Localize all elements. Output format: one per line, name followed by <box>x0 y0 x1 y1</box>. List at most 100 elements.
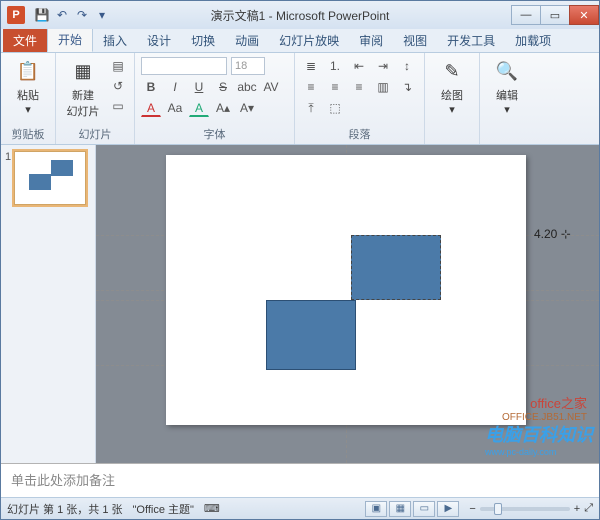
align-top-button[interactable]: ⤒ <box>301 99 321 117</box>
group-editing: 🔍 编辑 ▾ <box>480 53 534 144</box>
tab-slideshow[interactable]: 幻灯片放映 <box>269 28 349 52</box>
line-spacing-button[interactable]: ↕ <box>397 57 417 75</box>
group-paragraph: ≣ 1. ⇤ ⇥ ↕ ≡ ≡ ≡ ▥ ↴ ⤒ ⬚ 段落 <box>295 53 425 144</box>
new-slide-label: 新建 <box>72 87 94 103</box>
editing-button[interactable]: 🔍 编辑 ▾ <box>486 57 528 116</box>
paste-icon: 📋 <box>14 57 42 85</box>
theme-label: "Office 主题" <box>133 501 194 517</box>
section-button[interactable]: ▭ <box>108 97 128 115</box>
paste-button[interactable]: 📋 粘贴 ▾ <box>7 57 49 116</box>
slide-thumbnails-pane[interactable]: 1 <box>1 145 96 463</box>
close-button[interactable]: ✕ <box>569 5 599 25</box>
title-bar: P 💾 ↶ ↷ ▾ 演示文稿1 - Microsoft PowerPoint —… <box>1 1 599 29</box>
quick-access-toolbar: 💾 ↶ ↷ ▾ <box>33 6 111 24</box>
watermark: office之家 OFFICE.JB51.NET <box>502 393 587 423</box>
notes-pane[interactable]: 单击此处添加备注 <box>1 463 599 497</box>
ribbon-tabs: 文件 开始 插入 设计 切换 动画 幻灯片放映 审阅 视图 开发工具 加载项 <box>1 29 599 53</box>
editing-label: 编辑 <box>496 87 518 103</box>
indent-dec-button[interactable]: ⇤ <box>349 57 369 75</box>
layout-button[interactable]: ▤ <box>108 57 128 75</box>
shadow-button[interactable]: abc <box>237 78 257 96</box>
grow-font-button[interactable]: A▴ <box>213 99 233 117</box>
zoom-out-button[interactable]: − <box>469 503 475 515</box>
tab-transitions[interactable]: 切换 <box>181 28 225 52</box>
drawing-button[interactable]: ✎ 绘图 ▾ <box>431 57 473 116</box>
zoom-slider-thumb[interactable] <box>494 503 502 515</box>
slide-editor[interactable]: 4.20 ⊹ office之家 OFFICE.JB51.NET 电脑百科知识 w… <box>96 145 599 463</box>
strike-button[interactable]: S <box>213 78 233 96</box>
app-window: P 💾 ↶ ↷ ▾ 演示文稿1 - Microsoft PowerPoint —… <box>0 0 600 520</box>
spacing-button[interactable]: AV <box>261 78 281 96</box>
tab-insert[interactable]: 插入 <box>93 28 137 52</box>
maximize-button[interactable]: ▭ <box>540 5 570 25</box>
thumb-shape <box>51 160 73 176</box>
change-case-button[interactable]: Aa <box>165 99 185 117</box>
normal-view-button[interactable]: ▣ <box>365 501 387 517</box>
align-left-button[interactable]: ≡ <box>301 78 321 96</box>
zoom-in-button[interactable]: + <box>574 503 580 515</box>
ribbon: 📋 粘贴 ▾ 剪贴板 ▦ 新建 幻灯片 ▤ ↺ ▭ 幻灯片 <box>1 53 599 145</box>
group-label-slides: 幻灯片 <box>62 124 128 142</box>
zoom-control: − + ⤢ <box>469 502 593 515</box>
columns-button[interactable]: ▥ <box>373 78 393 96</box>
window-title: 演示文稿1 - Microsoft PowerPoint <box>211 7 390 24</box>
thumbnail-preview[interactable] <box>14 151 86 205</box>
bullets-button[interactable]: ≣ <box>301 57 321 75</box>
group-label-clipboard: 剪贴板 <box>7 124 49 142</box>
thumb-shape <box>29 174 51 190</box>
minimize-button[interactable]: — <box>511 5 541 25</box>
redo-icon[interactable]: ↷ <box>73 6 91 24</box>
reset-button[interactable]: ↺ <box>108 77 128 95</box>
font-size-combo[interactable]: 18 <box>231 57 265 75</box>
app-icon: P <box>7 6 25 24</box>
shrink-font-button[interactable]: A▾ <box>237 99 257 117</box>
zoom-slider[interactable] <box>480 507 570 511</box>
tab-design[interactable]: 设计 <box>137 28 181 52</box>
language-icon[interactable]: ⌨ <box>204 502 220 515</box>
view-buttons: ▣ ▦ ▭ ▶ <box>365 501 459 517</box>
sorter-view-button[interactable]: ▦ <box>389 501 411 517</box>
tab-developer[interactable]: 开发工具 <box>437 28 505 52</box>
rectangle-shape[interactable] <box>266 300 356 370</box>
font-color-button[interactable]: A <box>141 99 161 117</box>
numbering-button[interactable]: 1. <box>325 57 345 75</box>
underline-button[interactable]: U <box>189 78 209 96</box>
drawing-icon: ✎ <box>438 57 466 85</box>
group-clipboard: 📋 粘贴 ▾ 剪贴板 <box>1 53 56 144</box>
align-center-button[interactable]: ≡ <box>325 78 345 96</box>
bold-button[interactable]: B <box>141 78 161 96</box>
tab-file[interactable]: 文件 <box>3 28 47 52</box>
tab-review[interactable]: 审阅 <box>349 28 393 52</box>
convert-smartart-button[interactable]: ⬚ <box>325 99 345 117</box>
new-slide-button[interactable]: ▦ 新建 幻灯片 <box>62 57 104 119</box>
thumbnail-item[interactable]: 1 <box>5 151 95 205</box>
font-family-combo[interactable] <box>141 57 227 75</box>
italic-button[interactable]: I <box>165 78 185 96</box>
group-label-font: 字体 <box>141 124 288 142</box>
rectangle-shape-selected[interactable] <box>351 235 441 300</box>
tab-home[interactable]: 开始 <box>47 26 93 52</box>
group-label-paragraph: 段落 <box>301 124 418 142</box>
dropdown-icon: ▾ <box>504 103 510 116</box>
qat-more-icon[interactable]: ▾ <box>93 6 111 24</box>
tab-animations[interactable]: 动画 <box>225 28 269 52</box>
slide-canvas[interactable] <box>166 155 526 425</box>
group-label-editing <box>486 140 528 142</box>
highlight-button[interactable]: A <box>189 99 209 117</box>
align-right-button[interactable]: ≡ <box>349 78 369 96</box>
save-icon[interactable]: 💾 <box>33 6 51 24</box>
tab-view[interactable]: 视图 <box>393 28 437 52</box>
reading-view-button[interactable]: ▭ <box>413 501 435 517</box>
dropdown-icon: ▾ <box>449 103 455 116</box>
text-direction-button[interactable]: ↴ <box>397 78 417 96</box>
find-icon: 🔍 <box>493 57 521 85</box>
window-controls: — ▭ ✕ <box>512 5 599 25</box>
indent-inc-button[interactable]: ⇥ <box>373 57 393 75</box>
slideshow-view-button[interactable]: ▶ <box>437 501 459 517</box>
tab-addins[interactable]: 加载项 <box>505 28 561 52</box>
slide-count-label: 幻灯片 第 1 张，共 1 张 <box>7 501 123 517</box>
group-font: 18 B I U S abc AV A Aa A A▴ A▾ 字 <box>135 53 295 144</box>
group-slides: ▦ 新建 幻灯片 ▤ ↺ ▭ 幻灯片 <box>56 53 135 144</box>
fit-button[interactable]: ⤢ <box>584 502 593 515</box>
undo-icon[interactable]: ↶ <box>53 6 71 24</box>
